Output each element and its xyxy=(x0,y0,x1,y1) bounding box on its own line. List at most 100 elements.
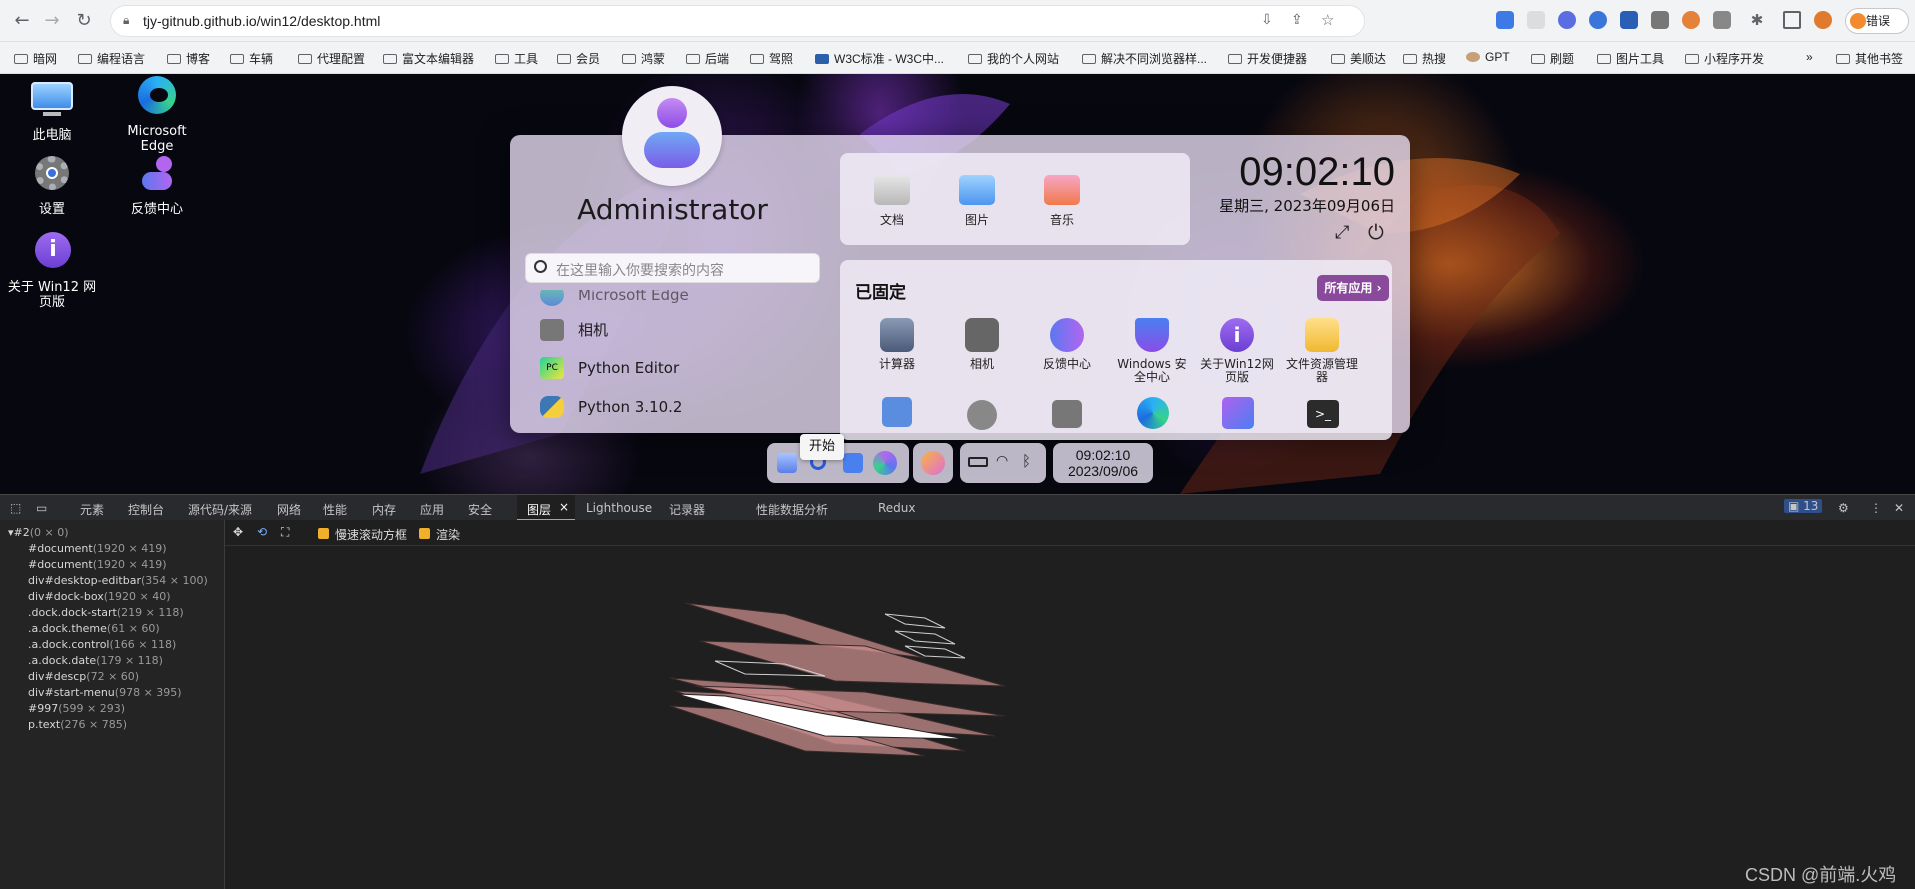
bookmark-folder[interactable]: 工具 xyxy=(495,50,538,67)
devtools-tab[interactable]: 元素 xyxy=(80,501,104,518)
bookmark-folder[interactable]: 富文本编辑器 xyxy=(383,50,474,67)
tree-item[interactable]: .a.dock.theme(61 × 60) xyxy=(28,622,160,635)
pinned-app-feedback[interactable]: 反馈中心 xyxy=(1028,318,1106,371)
start-icon[interactable] xyxy=(777,453,797,473)
pinned-app-security[interactable]: Windows 安全中心 xyxy=(1113,318,1191,384)
tree-item[interactable]: div#start-menu(978 × 395) xyxy=(28,686,182,699)
settings-gear-icon[interactable] xyxy=(967,400,997,430)
tree-item[interactable]: .dock.dock-start(219 × 118) xyxy=(28,606,184,619)
back-icon[interactable]: ← xyxy=(10,9,34,33)
slow-scroll-checkbox[interactable] xyxy=(318,528,329,539)
devtools-tab[interactable]: 应用 xyxy=(420,501,444,518)
sidepanel-icon[interactable] xyxy=(1783,11,1801,29)
bookmark-folder[interactable]: 车辆 xyxy=(230,50,273,67)
desktop-icon-edge[interactable]: Microsoft Edge xyxy=(112,74,202,154)
close-icon[interactable]: × xyxy=(559,500,569,514)
bookmark-folder[interactable]: 其他书签 xyxy=(1836,50,1903,67)
pinned-app-calculator[interactable]: 计算器 xyxy=(858,318,936,371)
power-icon[interactable]: ⏻ xyxy=(1368,220,1384,244)
share-icon[interactable]: ⇪ xyxy=(1291,12,1303,28)
pinned-app-about[interactable]: i 关于Win12网页版 xyxy=(1198,318,1276,384)
bookmark-folder[interactable]: 热搜 xyxy=(1403,50,1446,67)
user-avatar[interactable] xyxy=(622,86,722,186)
tree-item[interactable]: ▾#2(0 × 0) xyxy=(8,526,69,539)
quick-folder-documents[interactable]: 文档 xyxy=(862,175,922,228)
devtools-tab[interactable]: Lighthouse xyxy=(586,501,652,515)
settings-gear-icon[interactable]: ⚙ xyxy=(1838,501,1849,515)
bookmark-folder[interactable]: 暗网 xyxy=(14,50,57,67)
extension-icon[interactable] xyxy=(1496,11,1514,29)
dock-control[interactable]: ◠ ᛒ xyxy=(960,443,1046,483)
store-icon[interactable] xyxy=(1052,400,1082,428)
bookmark-folder[interactable]: 鸿蒙 xyxy=(622,50,665,67)
tree-item[interactable]: #997(599 × 293) xyxy=(28,702,125,715)
bookmark-folder[interactable]: 小程序开发 xyxy=(1685,50,1764,67)
app-list-item[interactable]: Python 3.10.2 xyxy=(540,392,682,422)
start-search-input[interactable]: 在这里输入你要搜索的内容 xyxy=(525,253,820,283)
extension-icon[interactable] xyxy=(1713,11,1731,29)
forward-icon[interactable]: → xyxy=(40,9,64,33)
bookmark-folder[interactable]: 后端 xyxy=(686,50,729,67)
widgets-icon[interactable] xyxy=(873,451,897,475)
notepad-icon[interactable] xyxy=(882,397,912,427)
install-icon[interactable]: ⇩ xyxy=(1261,12,1273,28)
bookmark-folder[interactable]: 我的个人网站 xyxy=(968,50,1059,67)
terminal-icon[interactable]: >_ xyxy=(1307,400,1339,428)
tree-item[interactable]: .a.dock.date(179 × 118) xyxy=(28,654,163,667)
devtools-tab[interactable]: 控制台 xyxy=(128,501,164,518)
paint-checkbox[interactable] xyxy=(419,528,430,539)
dock-theme[interactable] xyxy=(913,443,953,483)
close-icon[interactable]: ✕ xyxy=(1894,501,1904,515)
devtools-tab[interactable]: 记录器 xyxy=(669,501,705,518)
app-list-item[interactable]: PC Python Editor xyxy=(540,353,679,383)
quick-folder-music[interactable]: 音乐 xyxy=(1032,175,1092,228)
tree-item[interactable]: div#descp(72 × 60) xyxy=(28,670,139,683)
desktop-icon-about[interactable]: i 关于 Win12 网页版 xyxy=(7,230,97,310)
bookmark-folder[interactable]: 刷题 xyxy=(1531,50,1574,67)
reload-icon[interactable]: ↻ xyxy=(72,9,96,33)
bookmark-folder[interactable]: 美顺达 xyxy=(1331,50,1386,67)
tree-item[interactable]: p.text(276 × 785) xyxy=(28,718,127,731)
devtools-tab[interactable]: 内存 xyxy=(372,501,396,518)
extension-icon[interactable] xyxy=(1527,11,1545,29)
error-button[interactable]: 错误 xyxy=(1845,8,1909,34)
extension-icon[interactable] xyxy=(1558,11,1576,29)
more-icon[interactable]: ⋮ xyxy=(1870,501,1882,515)
pan-icon[interactable]: ✥ xyxy=(233,525,243,539)
devtools-tab[interactable]: 性能数据分析 xyxy=(756,501,828,518)
bookmark-star-icon[interactable]: ☆ xyxy=(1321,11,1334,29)
devtools-tab[interactable]: Redux xyxy=(878,501,916,515)
device-toolbar-icon[interactable]: ▭ xyxy=(36,501,47,515)
bookmark-folder[interactable]: 代理配置 xyxy=(298,50,365,67)
desktop-icon-feedback[interactable]: 反馈中心 xyxy=(112,152,202,217)
app-list-item[interactable]: Microsoft Edge xyxy=(540,290,689,310)
tree-item[interactable]: #document(1920 × 419) xyxy=(28,542,167,555)
quick-folder-pictures[interactable]: 图片 xyxy=(947,175,1007,228)
devtools-tab[interactable]: 网络 xyxy=(277,501,301,518)
bookmark-folder[interactable]: 驾照 xyxy=(750,50,793,67)
all-apps-button[interactable]: 所有应用 › xyxy=(1317,275,1389,301)
dock-date[interactable]: 09:02:10 2023/09/06 xyxy=(1053,443,1153,483)
taskview-icon[interactable] xyxy=(843,453,863,473)
layers-3d-view[interactable] xyxy=(225,546,1915,889)
extension-icon[interactable] xyxy=(1620,11,1638,29)
bookmark-link[interactable]: W3C标准 - W3C中... xyxy=(815,50,944,67)
extension-icon[interactable] xyxy=(1682,11,1700,29)
rotate-icon[interactable]: ⟲ xyxy=(257,525,267,539)
pinned-app-camera[interactable]: 相机 xyxy=(943,318,1021,371)
devtools-tab[interactable]: 源代码/来源 xyxy=(188,501,252,518)
bookmark-folder[interactable]: 会员 xyxy=(557,50,600,67)
desktop-icon-this-pc[interactable]: 此电脑 xyxy=(7,78,97,143)
bookmark-folder[interactable]: 博客 xyxy=(167,50,210,67)
reset-view-icon[interactable]: ⛶ xyxy=(281,525,289,540)
address-bar[interactable]: 🔒︎ tjy-gitnub.github.io/win12/desktop.ht… xyxy=(110,5,1365,37)
tree-item[interactable]: div#desktop-editbar(354 × 100) xyxy=(28,574,208,587)
bookmark-folder[interactable]: 编程语言 xyxy=(78,50,145,67)
profile-avatar[interactable] xyxy=(1814,11,1832,29)
devtools-tab-active[interactable]: 图层 × xyxy=(517,495,575,521)
tree-item[interactable]: div#dock-box(1920 × 40) xyxy=(28,590,171,603)
desktop-icon-settings[interactable]: 设置 xyxy=(7,152,97,217)
bookmark-link[interactable]: GPT xyxy=(1466,50,1510,64)
bookmark-folder[interactable]: 解决不同浏览器样... xyxy=(1082,50,1207,67)
bookmark-folder[interactable]: 图片工具 xyxy=(1597,50,1664,67)
